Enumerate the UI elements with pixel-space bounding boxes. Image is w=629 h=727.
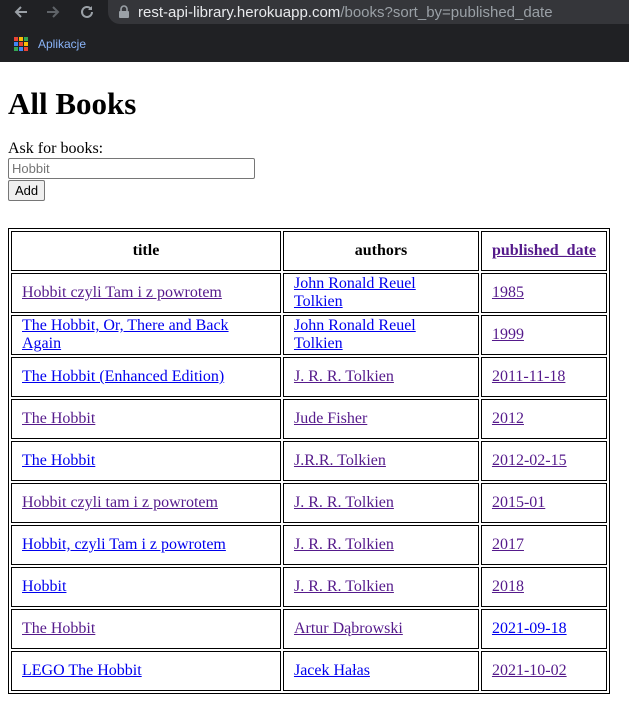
books-table: title authors published_date Hobbit czyl…: [8, 228, 610, 694]
cell-date: 1985: [480, 273, 607, 313]
author-link[interactable]: J. R. R. Tolkien: [294, 578, 394, 595]
date-link[interactable]: 2015-01: [492, 494, 545, 511]
add-button[interactable]: Add: [8, 180, 46, 201]
cell-title: The Hobbit (Enhanced Edition): [11, 357, 281, 397]
author-link[interactable]: John Ronald Reuel Tolkien: [294, 317, 416, 352]
date-link[interactable]: 2017: [492, 536, 524, 553]
back-arrow-icon: [14, 6, 27, 18]
book-title-link[interactable]: The Hobbit, Or, There and Back Again: [22, 317, 229, 352]
table-row: The Hobbit Jude Fisher 2012: [11, 399, 607, 439]
cell-authors: J.R.R. Tolkien: [282, 441, 479, 481]
cell-authors: J. R. R. Tolkien: [282, 357, 479, 397]
book-title-link[interactable]: LEGO The Hobbit: [22, 662, 142, 679]
cell-date: 2021-09-18: [480, 609, 607, 649]
table-row: LEGO The Hobbit Jacek Hałas 2021-10-02: [11, 651, 607, 691]
bookmarks-bar: Aplikacje: [0, 26, 629, 62]
cell-authors: J. R. R. Tolkien: [282, 483, 479, 523]
search-input[interactable]: [8, 158, 255, 179]
header-published-date: published_date: [480, 231, 607, 271]
browser-chrome: rest-api-library.herokuapp.com/books?sor…: [0, 0, 629, 62]
cell-date: 2018: [480, 567, 607, 607]
cell-date: 2011-11-18: [480, 357, 607, 397]
header-authors: authors: [282, 231, 479, 271]
author-link[interactable]: John Ronald Reuel Tolkien: [294, 275, 416, 310]
cell-title: The Hobbit: [11, 441, 281, 481]
url-path: /books?sort_by=published_date: [340, 3, 553, 21]
date-link[interactable]: 1985: [492, 284, 524, 301]
date-link[interactable]: 2011-11-18: [492, 368, 565, 385]
book-title-link[interactable]: The Hobbit: [22, 620, 95, 637]
cell-date: 2015-01: [480, 483, 607, 523]
date-link[interactable]: 1999: [492, 326, 524, 343]
browser-toolbar: rest-api-library.herokuapp.com/books?sor…: [0, 0, 629, 26]
apps-grid-icon[interactable]: [14, 37, 28, 51]
forward-arrow-icon: [47, 6, 60, 18]
cell-authors: John Ronald Reuel Tolkien: [282, 273, 479, 313]
cell-date: 2012: [480, 399, 607, 439]
table-row: Hobbit czyli tam i z powrotem J. R. R. T…: [11, 483, 607, 523]
cell-authors: Jude Fisher: [282, 399, 479, 439]
cell-authors: J. R. R. Tolkien: [282, 567, 479, 607]
cell-authors: John Ronald Reuel Tolkien: [282, 315, 479, 355]
table-row: The Hobbit J.R.R. Tolkien 2012-02-15: [11, 441, 607, 481]
table-header-row: title authors published_date: [11, 231, 607, 271]
author-link[interactable]: Jude Fisher: [294, 410, 367, 427]
book-title-link[interactable]: Hobbit czyli Tam i z powrotem: [22, 284, 222, 301]
table-row: The Hobbit Artur Dąbrowski 2021-09-18: [11, 609, 607, 649]
cell-title: The Hobbit: [11, 399, 281, 439]
author-link[interactable]: J. R. R. Tolkien: [294, 536, 394, 553]
book-title-link[interactable]: The Hobbit: [22, 452, 95, 469]
book-title-link[interactable]: Hobbit czyli tam i z powrotem: [22, 494, 218, 511]
date-link[interactable]: 2012: [492, 410, 524, 427]
table-row: The Hobbit, Or, There and Back Again Joh…: [11, 315, 607, 355]
table-row: Hobbit, czyli Tam i z powrotem J. R. R. …: [11, 525, 607, 565]
author-link[interactable]: Artur Dąbrowski: [294, 620, 403, 637]
header-title: title: [11, 231, 281, 271]
cell-title: LEGO The Hobbit: [11, 651, 281, 691]
reload-icon: [81, 5, 93, 18]
address-bar[interactable]: rest-api-library.herokuapp.com/books?sor…: [108, 0, 629, 24]
date-link[interactable]: 2012-02-15: [492, 452, 567, 469]
cell-title: The Hobbit: [11, 609, 281, 649]
forward-button[interactable]: [42, 1, 64, 23]
lock-icon: [119, 5, 129, 18]
cell-authors: Artur Dąbrowski: [282, 609, 479, 649]
cell-title: The Hobbit, Or, There and Back Again: [11, 315, 281, 355]
book-title-link[interactable]: The Hobbit (Enhanced Edition): [22, 368, 224, 385]
date-link[interactable]: 2021-09-18: [492, 620, 567, 637]
author-link[interactable]: Jacek Hałas: [294, 662, 370, 679]
page-title: All Books: [8, 86, 137, 121]
back-button[interactable]: [10, 1, 32, 23]
cell-title: Hobbit czyli tam i z powrotem: [11, 483, 281, 523]
author-link[interactable]: J.R.R. Tolkien: [294, 452, 386, 469]
cell-date: 2021-10-02: [480, 651, 607, 691]
author-link[interactable]: J. R. R. Tolkien: [294, 368, 394, 385]
table-row: Hobbit J. R. R. Tolkien 2018: [11, 567, 607, 607]
reload-button[interactable]: [76, 1, 98, 23]
date-link[interactable]: 2021-10-02: [492, 662, 567, 679]
book-title-link[interactable]: The Hobbit: [22, 410, 95, 427]
cell-title: Hobbit czyli Tam i z powrotem: [11, 273, 281, 313]
book-title-link[interactable]: Hobbit, czyli Tam i z powrotem: [22, 536, 226, 553]
table-row: The Hobbit (Enhanced Edition) J. R. R. T…: [11, 357, 607, 397]
table-row: Hobbit czyli Tam i z powrotem John Ronal…: [11, 273, 607, 313]
cell-date: 1999: [480, 315, 607, 355]
author-link[interactable]: J. R. R. Tolkien: [294, 494, 394, 511]
sort-by-published-date-link[interactable]: published_date: [492, 242, 596, 259]
url-host: rest-api-library.herokuapp.com: [138, 3, 341, 21]
cell-authors: Jacek Hałas: [282, 651, 479, 691]
date-link[interactable]: 2018: [492, 578, 524, 595]
cell-date: 2012-02-15: [480, 441, 607, 481]
search-form-label: Ask for books:: [8, 140, 104, 157]
cell-title: Hobbit: [11, 567, 281, 607]
cell-title: Hobbit, czyli Tam i z powrotem: [11, 525, 281, 565]
page-content: All Books Ask for books: Add title autho…: [0, 86, 629, 694]
bookmark-apps-label[interactable]: Aplikacje: [38, 37, 86, 51]
cell-authors: J. R. R. Tolkien: [282, 525, 479, 565]
book-title-link[interactable]: Hobbit: [22, 578, 66, 595]
cell-date: 2017: [480, 525, 607, 565]
